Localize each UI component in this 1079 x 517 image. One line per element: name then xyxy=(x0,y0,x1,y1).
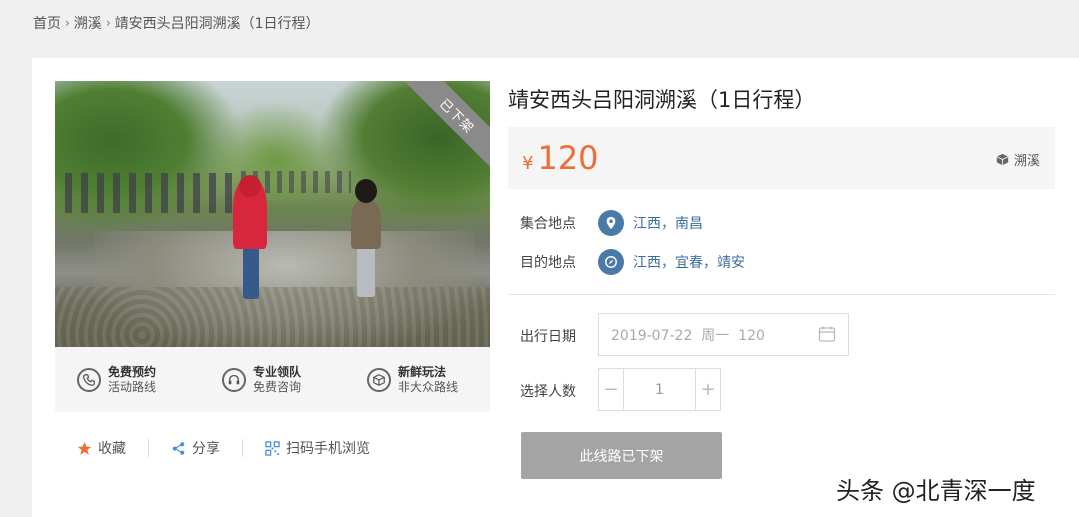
share-button[interactable]: 分享 xyxy=(171,438,220,458)
share-icon xyxy=(171,441,186,456)
breadcrumb-category[interactable]: 溯溪 xyxy=(74,13,102,33)
increment-button[interactable]: + xyxy=(696,369,720,410)
feature-bar: 免费预约 活动路线 专业领队 免费咨询 新鲜玩法 非大众路线 xyxy=(55,347,490,412)
destination-row: 目的地点 江西，宜春，靖安 xyxy=(520,249,745,275)
favorite-button[interactable]: 收藏 xyxy=(77,438,126,458)
action-bar: 收藏 分享 扫码手机浏览 xyxy=(77,438,370,458)
page-title: 靖安西头吕阳洞溯溪（1日行程） xyxy=(508,88,816,112)
offline-button[interactable]: 此线路已下架 xyxy=(521,432,722,479)
scan-mobile-button[interactable]: 扫码手机浏览 xyxy=(265,438,370,458)
category-tag-label: 溯溪 xyxy=(1013,154,1040,169)
meeting-point-value: 江西，南昌 xyxy=(633,216,703,232)
travel-date-label: 出行日期 xyxy=(520,329,576,345)
cube-icon xyxy=(996,153,1009,166)
share-label: 分享 xyxy=(192,441,220,457)
divider xyxy=(242,439,243,457)
breadcrumb-home[interactable]: 首页 xyxy=(33,13,61,33)
destination-label: 目的地点 xyxy=(520,255,576,271)
feature-item: 免费预约 活动路线 xyxy=(77,365,200,395)
feature-item: 专业领队 免费咨询 xyxy=(222,365,345,395)
divider xyxy=(508,294,1055,295)
photo-scene xyxy=(55,81,490,347)
scan-mobile-label: 扫码手机浏览 xyxy=(286,441,370,457)
divider xyxy=(148,439,149,457)
photo-hiker-red-head xyxy=(239,175,261,197)
category-tag[interactable]: 溯溪 xyxy=(996,150,1040,169)
feature-title: 新鲜玩法 xyxy=(398,364,447,379)
support-icon xyxy=(222,367,246,392)
photo-hiker-dark xyxy=(351,199,381,249)
breadcrumb-separator: › xyxy=(65,16,70,30)
feature-subtitle: 非大众路线 xyxy=(398,379,459,394)
price: ¥ 120 xyxy=(522,139,599,177)
photo-hiker-dark-legs xyxy=(357,247,375,297)
currency-symbol: ¥ xyxy=(522,153,534,174)
breadcrumb: 首页 › 溯溪 › 靖安西头吕阳洞溯溪（1日行程） xyxy=(33,13,320,33)
photo-stones xyxy=(55,287,490,347)
feature-title: 专业领队 xyxy=(253,364,302,379)
product-photo: 已下架 xyxy=(55,81,490,347)
phone-icon xyxy=(77,367,101,392)
compass-icon xyxy=(598,249,624,275)
calendar-icon[interactable] xyxy=(818,325,836,347)
feature-title: 免费预约 xyxy=(108,364,157,379)
feature-text: 新鲜玩法 非大众路线 xyxy=(398,365,458,395)
people-count-input[interactable]: 1 xyxy=(623,369,696,410)
photo-hikers-group xyxy=(65,173,235,213)
people-stepper: − 1 + xyxy=(598,368,721,411)
breadcrumb-separator: › xyxy=(105,16,111,30)
photo-hiker-red-legs xyxy=(243,247,259,299)
feature-item: 新鲜玩法 非大众路线 xyxy=(367,365,490,395)
meeting-point-label: 集合地点 xyxy=(520,216,576,232)
favorite-label: 收藏 xyxy=(98,441,126,457)
destination-value: 江西，宜春，靖安 xyxy=(633,255,745,271)
price-box: ¥ 120 溯溪 xyxy=(508,127,1055,189)
people-count-label: 选择人数 xyxy=(520,384,576,400)
feature-text: 免费预约 活动路线 xyxy=(108,365,156,395)
feature-subtitle: 免费咨询 xyxy=(253,379,302,394)
cube-icon xyxy=(367,367,391,392)
location-pin-icon xyxy=(598,210,624,236)
meeting-point-row: 集合地点 江西，南昌 xyxy=(520,210,703,236)
travel-date-value: 2019-07-22 周一 120 xyxy=(611,327,765,344)
feature-subtitle: 活动路线 xyxy=(108,379,157,394)
qr-code-icon xyxy=(265,440,280,456)
decrement-button[interactable]: − xyxy=(599,369,623,410)
travel-date-field[interactable]: 2019-07-22 周一 120 xyxy=(598,313,849,356)
feature-text: 专业领队 免费咨询 xyxy=(253,365,301,395)
photo-hiker-dark-head xyxy=(355,179,377,203)
price-value: 120 xyxy=(537,139,599,177)
breadcrumb-current[interactable]: 靖安西头吕阳洞溯溪（1日行程） xyxy=(115,13,320,33)
star-icon xyxy=(77,441,92,456)
product-card: 已下架 免费预约 活动路线 专业领队 免费咨询 新鲜玩法 非大众路线 收藏 分享… xyxy=(32,58,1079,517)
watermark: 头条 @北青深一度 xyxy=(836,477,1036,505)
